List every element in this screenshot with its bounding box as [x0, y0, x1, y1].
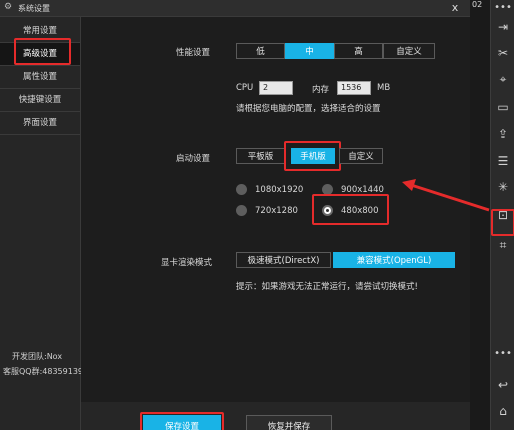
restore-save-button[interactable]: 恢复并保存 [246, 415, 332, 430]
perf-custom-option[interactable]: 自定义 [383, 43, 435, 59]
phone-highlight-box [284, 141, 341, 171]
perf-high-option[interactable]: 高 [334, 43, 383, 59]
scissors-icon[interactable]: ✂ [491, 46, 514, 60]
performance-label: 性能设置 [176, 48, 211, 58]
dev-team-text: 开发团队:Nox [12, 352, 63, 361]
memory-unit: MB [377, 83, 391, 93]
render-opengl-option[interactable]: 兼容模式(OpenGL) [333, 252, 455, 268]
settings-nav: 常用设置 高级设置 属性设置 快捷键设置 界面设置 开发团队:Nox 客服QQ群… [0, 17, 89, 430]
perf-medium-option[interactable]: 中 [285, 43, 334, 59]
res-720x1280-radio[interactable] [236, 205, 247, 216]
memory-label: 内存 [312, 85, 330, 95]
support-qq-text: 客服QQ群:483591394 [3, 367, 89, 376]
settings-dialog: ⚙ 系统设置 x 常用设置 高级设置 属性设置 快捷键设置 界面设置 开发团队:… [0, 0, 470, 430]
startup-label: 启动设置 [176, 154, 211, 164]
more-dots-icon[interactable]: ••• [491, 2, 514, 13]
nav-item-interface[interactable]: 界面设置 [0, 112, 80, 135]
bottom-bar: 保存设置 恢复并保存 [81, 402, 470, 430]
startup-custom-option[interactable]: 自定义 [339, 148, 383, 164]
crop-highlight-box [491, 209, 514, 236]
home-icon[interactable]: ⌂ [491, 404, 514, 418]
startup-tablet-option[interactable]: 平板版 [236, 148, 285, 164]
cpu-input[interactable]: 2 [259, 81, 293, 95]
upload-icon[interactable]: ⇪ [491, 127, 514, 141]
cpu-label: CPU [236, 83, 254, 93]
sidebar-top-number: 02 [472, 0, 483, 9]
nav-item-shortcuts[interactable]: 快捷键设置 [0, 89, 80, 112]
resolution-highlight-box [312, 194, 389, 225]
render-hint: 提示：如果游戏无法正常运行，请尝试切换模式! [236, 282, 418, 292]
window-title: 系统设置 [18, 4, 50, 13]
memory-input[interactable]: 1536 [337, 81, 371, 95]
perf-low-option[interactable]: 低 [236, 43, 285, 59]
back-icon[interactable]: ↩ [491, 378, 514, 392]
gear-icon: ⚙ [4, 2, 13, 12]
crop-icon[interactable]: ⌗ [491, 238, 514, 253]
exit-icon[interactable]: ⇥ [491, 20, 514, 34]
loading-icon[interactable]: ✳ [491, 180, 514, 194]
res-1080x1920-radio[interactable] [236, 184, 247, 195]
nav-item-properties[interactable]: 属性设置 [0, 66, 80, 89]
save-highlight-box [140, 412, 224, 430]
render-directx-option[interactable]: 极速模式(DirectX) [236, 252, 331, 268]
screen-icon[interactable]: ▭ [491, 100, 514, 114]
emulator-sidebar: ••• ⇥ ✂ ⌖ ▭ ⇪ ☰ ✳ ⊡ ⌗ ••• ↩ ⌂ [490, 0, 514, 430]
advanced-highlight-box [14, 38, 71, 65]
close-button[interactable]: x [449, 1, 461, 14]
location-icon[interactable]: ⌖ [491, 72, 514, 87]
more-dots-icon-bottom[interactable]: ••• [491, 348, 514, 359]
res-1080x1920-label: 1080x1920 [255, 185, 304, 195]
performance-hint: 请根据您电脑的配置，选择适合的设置 [236, 104, 381, 114]
res-720x1280-label: 720x1280 [255, 206, 298, 216]
window-gap [470, 0, 490, 430]
title-bar: ⚙ 系统设置 x [0, 0, 470, 17]
menu-icon[interactable]: ☰ [491, 154, 514, 168]
render-mode-label: 显卡渲染模式 [161, 258, 213, 268]
settings-content: 性能设置 低 中 高 自定义 CPU 2 内存 1536 MB 请根据您电脑的配… [81, 17, 470, 402]
